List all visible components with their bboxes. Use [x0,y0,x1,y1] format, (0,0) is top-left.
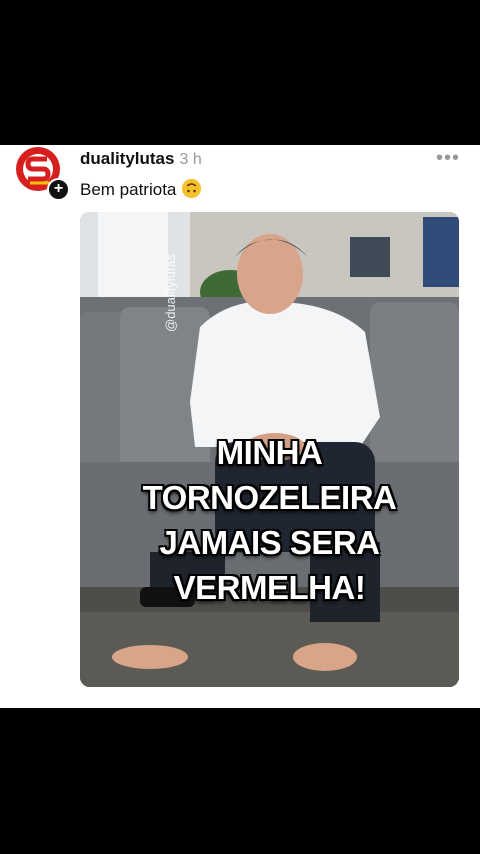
more-horizontal-icon[interactable]: ••• [436,147,460,170]
avatar[interactable]: + [16,147,70,201]
post-time: 3 h [179,151,202,168]
image-watermark: @dualitylutas [163,253,178,332]
image-overlay-text: MINHA TORNOZELEIRA JAMAIS SERA VERMELHA! [80,430,459,610]
post-card: + dualitylutas 3 h ••• Bem patriota @dua… [0,145,480,708]
plus-icon[interactable]: + [47,178,70,201]
post-image[interactable]: @dualitylutas MINHA TORNOZELEIRA JAMAIS … [80,212,459,687]
upside-down-face-icon [182,179,202,198]
caption-text: Bem patriota [80,180,177,199]
overlay-line: JAMAIS SERA [159,524,380,561]
next-post-peek [80,702,460,708]
overlay-line: VERMELHA! [173,569,366,606]
post-caption: Bem patriota [80,179,202,200]
username-text[interactable]: dualitylutas [80,149,174,168]
overlay-line: MINHA [216,434,323,471]
username[interactable]: dualitylutas 3 h [80,149,202,169]
overlay-line: TORNOZELEIRA [142,479,397,516]
